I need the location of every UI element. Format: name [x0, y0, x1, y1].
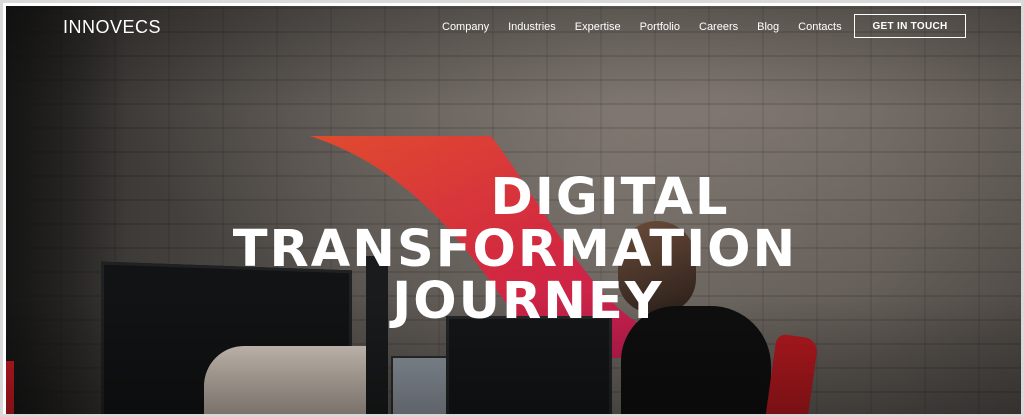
hero-headline: DIGITAL TRANSFORMATION JOURNEY: [6, 168, 1021, 331]
get-in-touch-button[interactable]: GET IN TOUCH: [854, 14, 966, 38]
nav-portfolio[interactable]: Portfolio: [640, 21, 680, 41]
nav-company[interactable]: Company: [442, 21, 489, 41]
nav-careers[interactable]: Careers: [699, 21, 738, 41]
headline-line-2: TRANSFORMATION: [232, 220, 798, 279]
page-frame: INNOVECS Company Industries Expertise Po…: [0, 0, 1024, 417]
nav-blog[interactable]: Blog: [757, 21, 779, 41]
hero-section: INNOVECS Company Industries Expertise Po…: [6, 6, 1021, 414]
nav-expertise[interactable]: Expertise: [575, 21, 621, 41]
nav-industries[interactable]: Industries: [508, 21, 556, 41]
main-nav: Company Industries Expertise Portfolio C…: [442, 21, 861, 41]
nav-contacts[interactable]: Contacts: [798, 21, 841, 41]
logo[interactable]: INNOVECS: [63, 17, 161, 38]
headline-line-3: JOURNEY: [392, 272, 664, 331]
headline-line-1: DIGITAL: [490, 168, 730, 227]
